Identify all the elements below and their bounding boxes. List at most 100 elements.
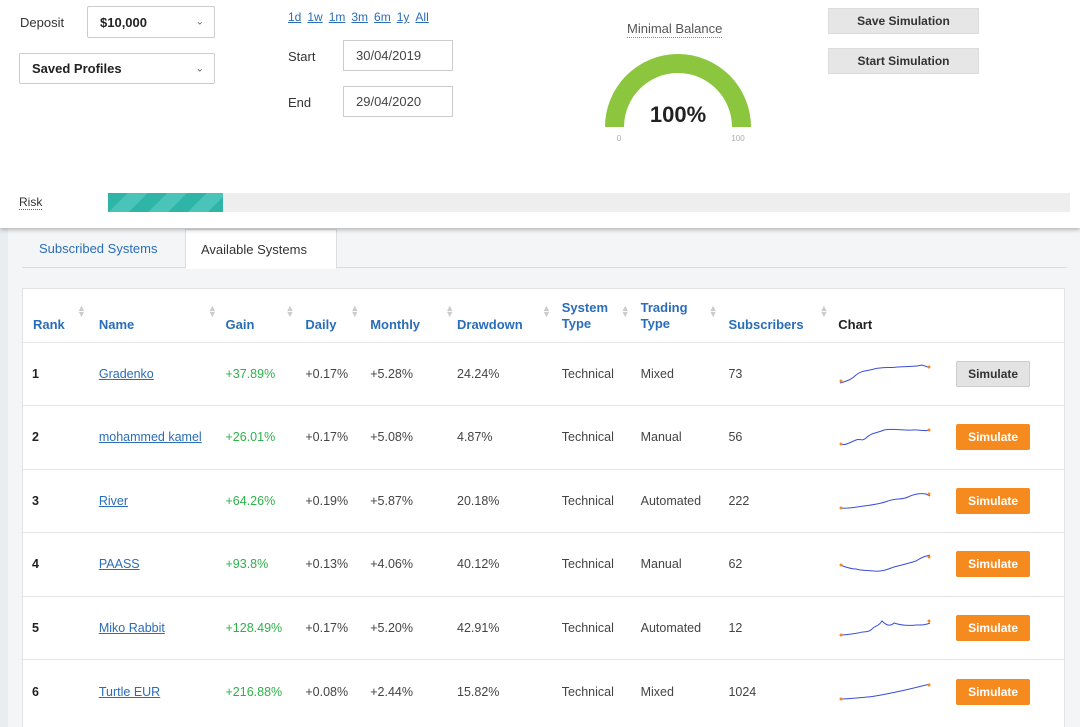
table-row: 5 Miko Rabbit +128.49% +0.17% +5.20% 42.91% Te… bbox=[23, 595, 1064, 660]
table-row: 4 PAASS +93.8% +0.13% +4.06% 40.12% Technical M… bbox=[23, 532, 1064, 596]
range-1m[interactable]: 1m bbox=[329, 10, 346, 24]
systems-table-container: Rank ▲ ▼ Name ▲ ▼ Gain ▲ ▼ Daily ▲ ▼ Monthly ▲ ▼ D… bbox=[22, 288, 1065, 727]
header-daily[interactable]: Daily ▲ ▼ bbox=[305, 289, 370, 342]
range-6m[interactable]: 6m bbox=[374, 10, 391, 24]
end-date-input[interactable]: 29/04/2020 bbox=[343, 86, 453, 117]
start-simulation-button[interactable]: Start Simulation bbox=[828, 48, 979, 74]
risk-bar-fill bbox=[108, 193, 224, 212]
sort-icon: ▲ ▼ bbox=[285, 303, 295, 319]
sparkline bbox=[840, 554, 931, 572]
gauge-min: 0 bbox=[617, 134, 622, 143]
page-left-strip bbox=[0, 228, 8, 727]
simulate-button[interactable]: Simulate bbox=[956, 678, 1031, 705]
cell-drawdown: 40.12% bbox=[457, 532, 562, 596]
header-drawdown[interactable]: Drawdown ▲ ▼ bbox=[457, 289, 562, 342]
header-monthly[interactable]: Monthly ▲ ▼ bbox=[370, 289, 457, 342]
system-name-link[interactable]: Gradenko bbox=[99, 367, 154, 381]
sparkline-end-dot bbox=[927, 365, 931, 369]
cell-monthly: +5.20% bbox=[370, 595, 457, 660]
system-name-link[interactable]: PAASS bbox=[99, 557, 140, 571]
cell-gain: +64.26% bbox=[225, 468, 306, 533]
cell-action: Simulate bbox=[956, 405, 1064, 469]
sparkline-end-dot bbox=[927, 619, 931, 623]
cell-monthly: +4.06% bbox=[370, 532, 457, 596]
header-rank[interactable]: Rank ▲ ▼ bbox=[23, 289, 87, 342]
cell-chart bbox=[838, 595, 957, 660]
gauge-title: Minimal Balance bbox=[627, 21, 723, 38]
simulate-button[interactable]: Simulate bbox=[956, 424, 1031, 451]
cell-system-type: Technical bbox=[561, 468, 641, 533]
cell-subscribers: 56 bbox=[728, 405, 839, 469]
risk-bar bbox=[108, 193, 1070, 212]
range-1d[interactable]: 1d bbox=[288, 10, 301, 24]
system-name-link[interactable]: mohammed kamel bbox=[99, 430, 202, 444]
cell-monthly: +5.08% bbox=[370, 405, 457, 469]
sort-icon: ▲ ▼ bbox=[542, 303, 551, 319]
sort-icon: ▲ ▼ bbox=[620, 303, 630, 319]
cell-subscribers: 12 bbox=[728, 595, 839, 660]
cell-daily: +0.17% bbox=[305, 595, 371, 660]
cell-rank: 3 bbox=[23, 468, 87, 533]
deposit-select[interactable]: $10,000 ⌄ bbox=[87, 6, 215, 38]
cell-drawdown: 20.18% bbox=[457, 468, 562, 533]
simulate-button[interactable]: Simulate bbox=[956, 360, 1031, 387]
cell-drawdown: 42.91% bbox=[457, 595, 562, 660]
sort-icon: ▲ ▼ bbox=[350, 303, 360, 319]
sort-icon: ▲ ▼ bbox=[708, 303, 718, 319]
cell-chart bbox=[838, 659, 957, 723]
cell-system-type: Technical bbox=[561, 659, 641, 723]
cell-rank: 2 bbox=[23, 405, 87, 469]
header-gain[interactable]: Gain ▲ ▼ bbox=[226, 289, 306, 342]
range-all[interactable]: All bbox=[415, 10, 428, 24]
header-trading-type[interactable]: Trading Type ▲ ▼ bbox=[641, 289, 729, 342]
system-name-link[interactable]: River bbox=[99, 494, 128, 508]
cell-subscribers: 73 bbox=[728, 341, 839, 406]
tab-subscribed-systems[interactable]: Subscribed Systems bbox=[22, 229, 185, 268]
date-range-links: 1d 1w 1m 3m 6m 1y All bbox=[288, 9, 435, 24]
tab-available-systems[interactable]: Available Systems bbox=[185, 229, 337, 269]
system-name-link[interactable]: Turtle EUR bbox=[99, 685, 160, 699]
cell-trading-type: Mixed bbox=[640, 659, 729, 723]
header-name[interactable]: Name ▲ ▼ bbox=[87, 289, 226, 342]
save-simulation-button[interactable]: Save Simulation bbox=[828, 8, 979, 34]
sparkline-start-dot bbox=[839, 442, 843, 446]
simulate-button[interactable]: Simulate bbox=[956, 551, 1031, 578]
simulation-settings-panel: Deposit $10,000 ⌄ Saved Profiles ⌄ 1d 1w 1… bbox=[0, 0, 1080, 228]
header-system-type[interactable]: System Type ▲ ▼ bbox=[562, 289, 641, 342]
cell-drawdown: 24.24% bbox=[457, 341, 562, 406]
cell-system-type: Technical bbox=[561, 595, 641, 660]
header-subscribers[interactable]: Subscribers ▲ ▼ bbox=[728, 289, 838, 342]
simulate-button[interactable]: Simulate bbox=[956, 487, 1031, 514]
cell-action: Simulate bbox=[956, 659, 1064, 723]
sort-icon: ▲ ▼ bbox=[445, 303, 455, 319]
range-3m[interactable]: 3m bbox=[351, 10, 368, 24]
sparkline-end-dot bbox=[927, 428, 931, 432]
deposit-label: Deposit bbox=[20, 15, 65, 30]
cell-drawdown: 4.87% bbox=[457, 405, 562, 469]
cell-system-type: Technical bbox=[561, 532, 641, 596]
cell-trading-type: Mixed bbox=[640, 341, 729, 406]
sparkline-chart bbox=[839, 683, 931, 700]
cell-system-type: Technical bbox=[561, 405, 641, 469]
cell-gain: +128.49% bbox=[225, 595, 306, 660]
cell-trading-type: Automated bbox=[640, 595, 729, 660]
cell-chart bbox=[838, 341, 957, 406]
saved-profiles-select[interactable]: Saved Profiles ⌄ bbox=[19, 53, 215, 84]
cell-action: Simulate bbox=[956, 595, 1064, 660]
system-name-link[interactable]: Miko Rabbit bbox=[99, 621, 165, 635]
sort-icon: ▲ ▼ bbox=[207, 303, 217, 319]
cell-monthly: +5.28% bbox=[370, 341, 457, 406]
sparkline-chart bbox=[839, 364, 931, 384]
range-1y[interactable]: 1y bbox=[397, 10, 410, 24]
simulate-button[interactable]: Simulate bbox=[956, 614, 1031, 641]
sparkline-chart bbox=[839, 619, 931, 637]
start-date-input[interactable]: 30/04/2019 bbox=[343, 40, 453, 71]
gauge-max: 100 bbox=[731, 134, 745, 143]
header-chart: Chart bbox=[838, 316, 873, 332]
cell-gain: +37.89% bbox=[225, 341, 306, 406]
minimal-balance-gauge: 100% 0 100 bbox=[605, 54, 751, 143]
range-1w[interactable]: 1w bbox=[307, 10, 322, 24]
cell-trading-type: Manual bbox=[640, 532, 729, 596]
sparkline bbox=[840, 429, 931, 446]
header-actions bbox=[956, 289, 1064, 342]
